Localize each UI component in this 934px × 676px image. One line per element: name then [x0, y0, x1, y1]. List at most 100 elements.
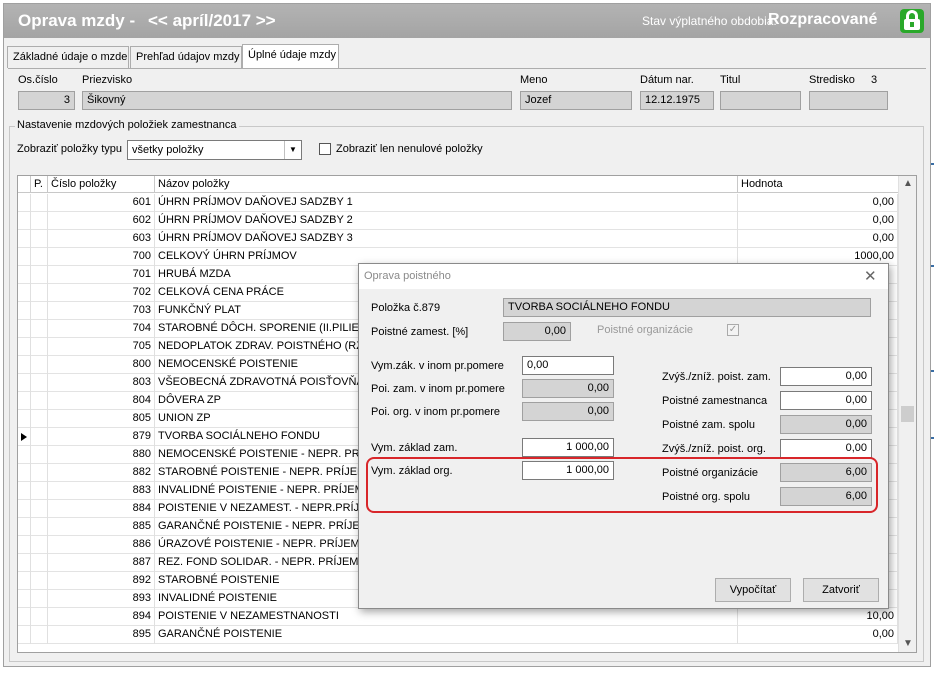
- cell-p: [31, 230, 48, 248]
- table-row[interactable]: 895 GARANČNÉ POISTENIE 0,00: [18, 626, 898, 644]
- scroll-up-icon[interactable]: ▲: [903, 178, 913, 189]
- row-selector[interactable]: [18, 482, 31, 500]
- col-p[interactable]: P.: [31, 176, 48, 193]
- filter-select-value: všetky položky: [132, 144, 204, 156]
- row-selector[interactable]: [18, 536, 31, 554]
- row-selector[interactable]: [18, 626, 31, 644]
- cell-p: [31, 554, 48, 572]
- cell-p: [31, 590, 48, 608]
- tab-full[interactable]: Úplné údaje mzdy: [242, 44, 339, 69]
- cell-p: [31, 356, 48, 374]
- cell-nazov: ÚHRN PRÍJMOV DAŇOVEJ SADZBY 2: [155, 212, 738, 230]
- row-selector[interactable]: [18, 518, 31, 536]
- tab-basic[interactable]: Základné údaje o mzde: [7, 46, 129, 68]
- cell-cislo: 701: [48, 266, 155, 284]
- grid-scrollbar[interactable]: ▲ ▼: [898, 176, 916, 652]
- col-cislo[interactable]: Číslo položky: [48, 176, 155, 193]
- cell-p: [31, 464, 48, 482]
- status-label: Stav výplatného obdobia:: [642, 14, 777, 28]
- table-row[interactable]: 601 ÚHRN PRÍJMOV DAŇOVEJ SADZBY 1 0,00: [18, 194, 898, 212]
- row-selector[interactable]: [18, 212, 31, 230]
- cell-p: [31, 194, 48, 212]
- zvys-org-input[interactable]: 0,00: [780, 439, 872, 458]
- cell-hodnota: 0,00: [738, 230, 898, 248]
- titul-field: [720, 91, 801, 110]
- row-selector[interactable]: [18, 590, 31, 608]
- row-selector[interactable]: [18, 356, 31, 374]
- row-selector[interactable]: [18, 464, 31, 482]
- cell-cislo: 886: [48, 536, 155, 554]
- row-selector[interactable]: [18, 266, 31, 284]
- row-selector[interactable]: [18, 428, 31, 446]
- close-button[interactable]: Zatvoriť: [803, 578, 879, 602]
- vym-zaklad-zam-input[interactable]: 1 000,00: [522, 438, 614, 457]
- insurance-dialog: Oprava poistného ✕ Položka č.879 TVORBA …: [358, 263, 889, 609]
- row-selector[interactable]: [18, 392, 31, 410]
- col-hodnota[interactable]: Hodnota: [738, 176, 898, 193]
- table-row[interactable]: 603 ÚHRN PRÍJMOV DAŇOVEJ SADZBY 3 0,00: [18, 230, 898, 248]
- poistne-zamestnanca-input[interactable]: 0,00: [780, 391, 872, 410]
- unlock-icon[interactable]: [900, 9, 924, 33]
- poi-org-inom-field: 0,00: [522, 402, 614, 421]
- close-icon[interactable]: ✕: [864, 267, 877, 285]
- cell-cislo: 893: [48, 590, 155, 608]
- row-selector[interactable]: [18, 284, 31, 302]
- row-selector[interactable]: [18, 500, 31, 518]
- tab-overview[interactable]: Prehľad údajov mzdy: [130, 46, 242, 68]
- calculate-button[interactable]: Vypočítať: [715, 578, 791, 602]
- row-selector[interactable]: [18, 248, 31, 266]
- zvys-zam-input[interactable]: 0,00: [780, 367, 872, 386]
- vymzak-inom-input[interactable]: 0,00: [522, 356, 614, 375]
- stredisko-label: Stredisko: [809, 74, 855, 86]
- cell-cislo: 879: [48, 428, 155, 446]
- row-selector[interactable]: [18, 608, 31, 626]
- title-bar: Oprava mzdy - << apríl/2017 >> Stav výpl…: [4, 4, 930, 38]
- cell-p: [31, 536, 48, 554]
- stredisko-value: 3: [871, 74, 878, 86]
- cell-p: [31, 500, 48, 518]
- dialog-title-bar: Oprava poistného ✕: [359, 264, 888, 289]
- current-row-icon: [21, 433, 27, 441]
- poi-zam-inom-label: Poi. zam. v inom pr.pomere: [371, 383, 505, 395]
- scroll-thumb[interactable]: [901, 406, 914, 422]
- cell-hodnota: 0,00: [738, 212, 898, 230]
- cell-hodnota: 10,00: [738, 608, 898, 626]
- cell-p: [31, 518, 48, 536]
- cell-cislo: 702: [48, 284, 155, 302]
- cell-cislo: 601: [48, 194, 155, 212]
- nonzero-checkbox[interactable]: [319, 143, 331, 155]
- row-selector[interactable]: [18, 374, 31, 392]
- table-row[interactable]: 894 POISTENIE V NEZAMESTNANOSTI 10,00: [18, 608, 898, 626]
- row-selector[interactable]: [18, 572, 31, 590]
- cell-p: [31, 572, 48, 590]
- row-selector[interactable]: [18, 302, 31, 320]
- cell-p: [31, 212, 48, 230]
- cell-cislo: 894: [48, 608, 155, 626]
- cell-p: [31, 248, 48, 266]
- row-selector[interactable]: [18, 320, 31, 338]
- priezvisko-field: Šikovný: [82, 91, 512, 110]
- period-navigator[interactable]: << apríl/2017 >>: [148, 11, 276, 31]
- cell-p: [31, 374, 48, 392]
- row-selector[interactable]: [18, 230, 31, 248]
- priezvisko-label: Priezvisko: [82, 74, 133, 86]
- poistne-org-chk-label: Poistné organizácie: [597, 324, 694, 336]
- col-nazov[interactable]: Názov položky: [155, 176, 738, 193]
- cell-cislo: 883: [48, 482, 155, 500]
- row-selector[interactable]: [18, 338, 31, 356]
- meno-label: Meno: [520, 74, 548, 86]
- row-selector[interactable]: [18, 194, 31, 212]
- cell-cislo: 602: [48, 212, 155, 230]
- row-selector[interactable]: [18, 554, 31, 572]
- cell-p: [31, 392, 48, 410]
- cell-p: [31, 410, 48, 428]
- row-selector[interactable]: [18, 410, 31, 428]
- status-value: Rozpracované: [768, 11, 878, 28]
- row-selector[interactable]: [18, 446, 31, 464]
- cell-p: [31, 266, 48, 284]
- scroll-down-icon[interactable]: ▼: [903, 638, 913, 649]
- table-row[interactable]: 602 ÚHRN PRÍJMOV DAŇOVEJ SADZBY 2 0,00: [18, 212, 898, 230]
- cell-cislo: 895: [48, 626, 155, 644]
- filter-select[interactable]: všetky položky ▼: [127, 140, 302, 160]
- nonzero-label[interactable]: Zobraziť len nenulové položky: [336, 143, 483, 155]
